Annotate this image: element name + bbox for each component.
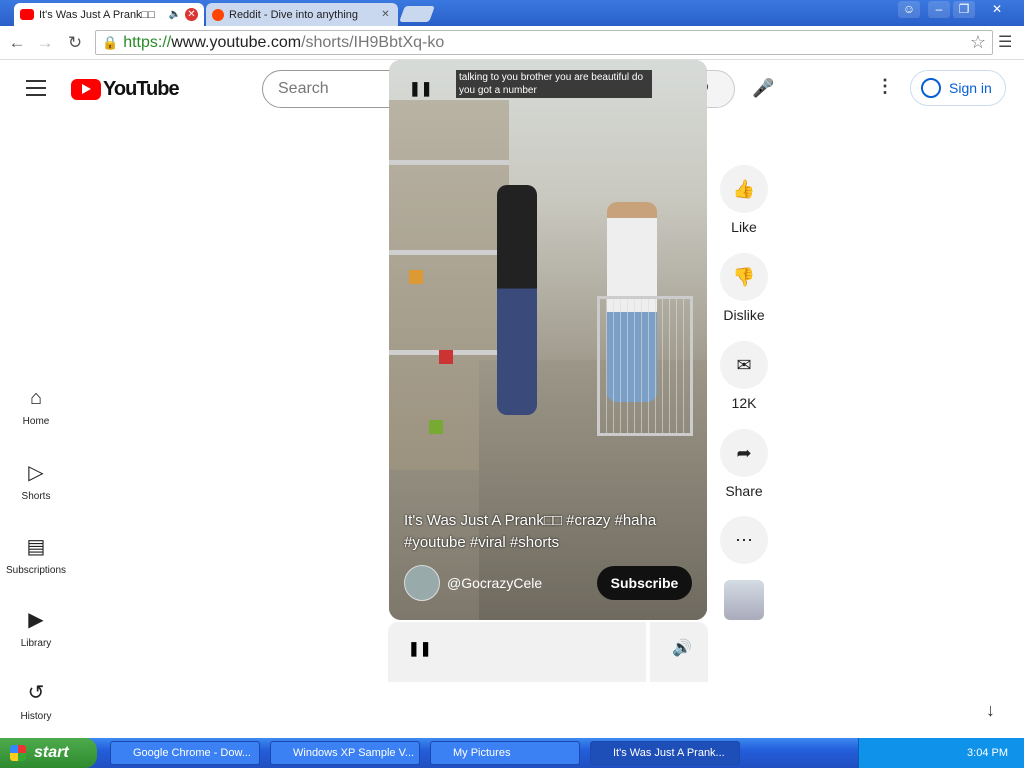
more-horizontal-icon: ⋯ bbox=[720, 516, 768, 564]
comments-button[interactable]: ✉ 12K bbox=[720, 341, 768, 411]
shopping-cart bbox=[597, 296, 693, 436]
system-tray: 3:04 PM bbox=[858, 738, 1024, 768]
chrome-menu-icon[interactable]: ☰ bbox=[998, 32, 1012, 52]
sidebar-item-label: Shorts bbox=[21, 491, 51, 502]
subscriptions-icon: ▤ bbox=[26, 536, 46, 558]
sidebar-item-label: History bbox=[20, 711, 52, 722]
youtube-play-icon bbox=[71, 79, 101, 100]
title-bar: It's Was Just A Prank□□ 🔈 ✕ Reddit - Div… bbox=[0, 0, 1024, 26]
microphone-icon[interactable]: 🎤 bbox=[752, 78, 774, 99]
divider bbox=[646, 622, 650, 682]
dislike-label: Dislike bbox=[723, 307, 765, 323]
close-tab-icon[interactable]: ✕ bbox=[379, 8, 392, 21]
taskbar-item-sample-video[interactable]: Windows XP Sample V... bbox=[270, 741, 420, 765]
comment-icon: ✉ bbox=[720, 341, 768, 389]
sign-in-button[interactable]: Sign in bbox=[910, 70, 1006, 106]
share-button[interactable]: ➦ Share bbox=[720, 429, 768, 499]
channel-info[interactable]: @GocrazyCele bbox=[404, 565, 542, 601]
sidebar-item-library[interactable]: ▶ Library bbox=[0, 607, 72, 649]
address-bar[interactable]: 🔒 https://www.youtube.com/shorts/IH9BbtX… bbox=[95, 30, 993, 55]
sidebar-item-shorts[interactable]: ▷ Shorts bbox=[0, 460, 72, 502]
arrow-down-icon[interactable]: ↓ bbox=[986, 700, 995, 721]
shorts-icon: ▷ bbox=[28, 462, 44, 484]
more-options-icon[interactable]: ⋮ bbox=[876, 76, 894, 97]
pause-icon[interactable]: ❚❚ bbox=[409, 80, 432, 97]
tab-label: Reddit - Dive into anything bbox=[229, 8, 359, 21]
like-label: Like bbox=[731, 219, 757, 235]
next-short-preview[interactable]: ❚❚ 🔊 bbox=[388, 622, 708, 682]
sidebar-item-home[interactable]: ⌂ Home bbox=[0, 387, 72, 427]
sidebar-item-label: Home bbox=[22, 416, 50, 427]
restore-button[interactable]: ❐ bbox=[953, 1, 975, 18]
url-scheme: https:// bbox=[123, 33, 172, 51]
sidebar-item-subscriptions[interactable]: ▤ Subscriptions bbox=[0, 534, 72, 576]
new-tab-button[interactable] bbox=[399, 6, 435, 22]
url-path: /shorts/IH9BbtXq-ko bbox=[301, 33, 445, 51]
product bbox=[429, 420, 443, 434]
minimize-button[interactable]: – bbox=[928, 1, 950, 18]
home-icon: ⌂ bbox=[29, 387, 43, 409]
library-icon: ▶ bbox=[28, 609, 44, 631]
video-caption: talking to you brother you are beautiful… bbox=[456, 70, 652, 98]
sound-thumbnail[interactable] bbox=[724, 580, 764, 620]
tab-label: It's Was Just A Prank□□ bbox=[39, 8, 155, 21]
url-host: www.youtube.com bbox=[171, 33, 302, 51]
sidebar-item-label: Library bbox=[20, 638, 52, 649]
reddit-icon bbox=[212, 8, 224, 21]
share-label: Share bbox=[725, 483, 763, 499]
video-title[interactable]: It's Was Just A Prank□□ #crazy #haha #yo… bbox=[404, 510, 694, 554]
start-button[interactable]: start bbox=[0, 738, 97, 768]
youtube-logo[interactable]: YouTube bbox=[71, 78, 180, 101]
taskbar: start Google Chrome - Dow... Windows XP … bbox=[0, 738, 1024, 768]
share-icon: ➦ bbox=[720, 429, 768, 477]
comments-count: 12K bbox=[731, 395, 757, 411]
youtube-page: YouTube Search ⚲ 🎤 ⋮ Sign in ⌂ Home ▷ Sh… bbox=[0, 60, 1024, 722]
close-window-button[interactable]: ✕ bbox=[986, 1, 1008, 18]
browser-window: It's Was Just A Prank□□ 🔈 ✕ Reddit - Div… bbox=[0, 0, 1024, 738]
user-icon[interactable]: ☺ bbox=[898, 1, 920, 18]
channel-avatar[interactable] bbox=[404, 565, 440, 601]
bookmark-star-icon[interactable]: ☆ bbox=[970, 32, 986, 53]
product bbox=[409, 270, 423, 284]
browser-toolbar: ← → ↻ 🔒 https://www.youtube.com/shorts/I… bbox=[0, 26, 1024, 60]
sidebar-item-label: Subscriptions bbox=[5, 565, 67, 576]
like-button[interactable]: 👍 Like bbox=[720, 165, 768, 235]
taskbar-item-youtube[interactable]: It's Was Just A Prank... bbox=[590, 741, 740, 765]
tab-youtube[interactable]: It's Was Just A Prank□□ 🔈 ✕ bbox=[14, 3, 204, 26]
thumbs-down-icon: 👎 bbox=[720, 253, 768, 301]
sidebar-item-history[interactable]: ↺ History bbox=[0, 680, 72, 722]
subscribe-button[interactable]: Subscribe bbox=[597, 566, 692, 600]
more-actions-button[interactable]: ⋯ bbox=[720, 516, 768, 570]
taskbar-item-my-pictures[interactable]: My Pictures bbox=[430, 741, 580, 765]
speaker-icon: 🔈 bbox=[168, 9, 181, 20]
history-icon: ↺ bbox=[27, 682, 45, 704]
taskbar-item-chrome-download[interactable]: Google Chrome - Dow... bbox=[110, 741, 260, 765]
short-video-player[interactable]: ❚❚ talking to you brother you are beauti… bbox=[389, 60, 707, 620]
hamburger-menu-icon[interactable] bbox=[26, 80, 46, 96]
channel-name[interactable]: @GocrazyCele bbox=[447, 575, 542, 591]
volume-icon[interactable]: 🔊 bbox=[672, 638, 692, 658]
close-tab-icon[interactable]: ✕ bbox=[185, 8, 198, 21]
forward-icon[interactable]: → bbox=[34, 32, 56, 54]
sign-in-label: Sign in bbox=[949, 80, 992, 96]
tray-clock[interactable]: 3:04 PM bbox=[967, 747, 1008, 759]
youtube-icon bbox=[20, 9, 34, 20]
dislike-button[interactable]: 👎 Dislike bbox=[720, 253, 768, 323]
tab-reddit[interactable]: Reddit - Dive into anything ✕ bbox=[206, 3, 398, 26]
thumbs-up-icon: 👍 bbox=[720, 165, 768, 213]
person-left bbox=[497, 185, 537, 415]
lock-icon: 🔒 bbox=[102, 34, 119, 50]
logo-text: YouTube bbox=[103, 78, 180, 100]
reload-icon[interactable]: ↻ bbox=[64, 32, 86, 54]
back-icon[interactable]: ← bbox=[6, 32, 28, 54]
account-icon bbox=[921, 78, 941, 98]
product bbox=[439, 350, 453, 364]
pause-icon[interactable]: ❚❚ bbox=[408, 640, 431, 657]
